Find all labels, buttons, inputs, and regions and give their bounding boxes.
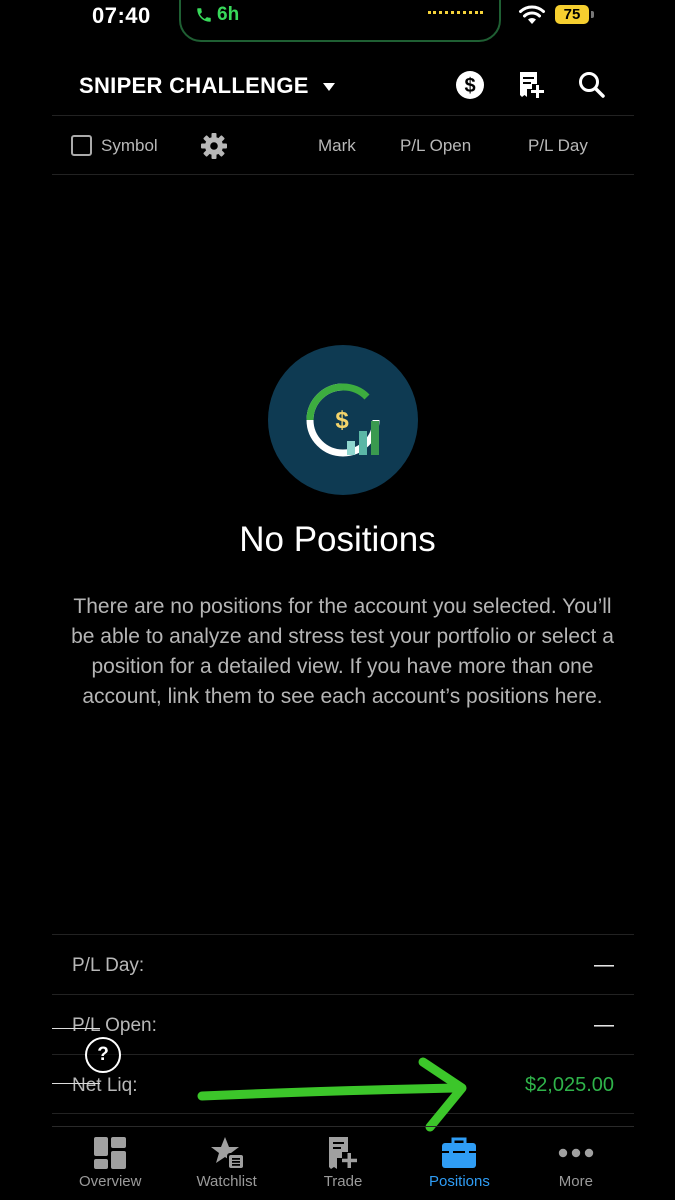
- empty-state-title: No Positions: [239, 520, 436, 559]
- battery-nub: [591, 11, 594, 18]
- summary-value: —: [594, 1014, 614, 1036]
- bottom-tab-bar: Overview Watchlist Trade Positions More: [52, 1126, 634, 1200]
- dollar-circle-icon[interactable]: $: [455, 70, 485, 100]
- tab-watchlist[interactable]: Watchlist: [168, 1127, 284, 1200]
- help-divider: [52, 1028, 100, 1029]
- wifi-icon: [519, 5, 545, 24]
- summary-row-pl-open: P/L Open: —: [52, 994, 634, 1054]
- svg-text:$: $: [464, 75, 475, 97]
- search-icon[interactable]: [578, 70, 606, 100]
- grid-icon: [94, 1137, 127, 1169]
- net-liq-value: $2,025.00: [525, 1074, 614, 1096]
- trade-ticket-icon: [329, 1137, 358, 1169]
- tab-trade[interactable]: Trade: [285, 1127, 401, 1200]
- tab-label: Watchlist: [196, 1173, 257, 1190]
- tab-more[interactable]: More: [518, 1127, 634, 1200]
- tab-label: Positions: [428, 1173, 490, 1190]
- positions-column-header: Symbol Mark P/L Open P/L Day: [52, 115, 634, 175]
- select-all-checkbox[interactable]: [71, 135, 92, 156]
- call-duration: 6h: [217, 4, 240, 25]
- app-header: SNIPER CHALLENGE $: [0, 60, 675, 112]
- tab-positions[interactable]: Positions: [401, 1127, 517, 1200]
- activity-dots: [428, 11, 483, 17]
- account-selector[interactable]: SNIPER CHALLENGE: [79, 73, 335, 99]
- column-mark[interactable]: Mark: [318, 136, 356, 156]
- column-symbol[interactable]: Symbol: [101, 136, 158, 156]
- phone-icon: [197, 8, 211, 22]
- help-divider: [52, 1083, 100, 1084]
- new-order-icon[interactable]: [517, 70, 547, 100]
- empty-state-message: There are no positions for the account y…: [71, 595, 614, 708]
- portfolio-chart-icon: $: [306, 382, 381, 457]
- account-name: SNIPER CHALLENGE: [79, 73, 309, 98]
- dynamic-island[interactable]: 6h: [179, 0, 501, 42]
- star-list-icon: [210, 1137, 244, 1169]
- battery-indicator: 75: [555, 5, 589, 24]
- summary-label: Net Liq:: [72, 1075, 138, 1096]
- tab-label: Trade: [323, 1173, 363, 1190]
- status-bar: 07:40 6h 75: [0, 0, 675, 42]
- column-pl-open[interactable]: P/L Open: [400, 136, 471, 156]
- tab-label: Overview: [78, 1173, 142, 1190]
- status-time: 07:40: [92, 3, 151, 28]
- gear-icon[interactable]: [200, 132, 228, 160]
- tab-overview[interactable]: Overview: [52, 1127, 168, 1200]
- help-button[interactable]: ?: [85, 1037, 121, 1073]
- call-indicator: 6h: [195, 4, 239, 26]
- briefcase-icon: [442, 1137, 477, 1168]
- column-pl-day[interactable]: P/L Day: [528, 136, 588, 156]
- caret-down-icon: [322, 83, 335, 91]
- more-dots-icon: [558, 1148, 594, 1158]
- summary-value: —: [594, 954, 614, 976]
- svg-text:$: $: [335, 407, 349, 434]
- summary-row-pl-day: P/L Day: —: [52, 934, 634, 994]
- summary-label: P/L Day:: [72, 955, 145, 976]
- no-positions-illustration: $: [268, 345, 418, 495]
- tab-label: More: [558, 1173, 593, 1190]
- summary-label: P/L Open:: [72, 1015, 157, 1036]
